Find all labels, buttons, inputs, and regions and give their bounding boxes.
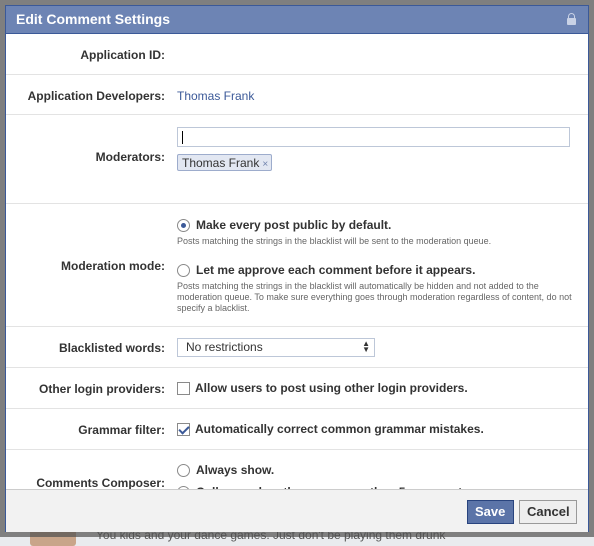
blacklist-row: Blacklisted words: No restrictions ▲ ▼ bbox=[6, 327, 588, 368]
application-id-row: Application ID: bbox=[6, 34, 588, 75]
moderation-public-label[interactable]: Make every post public by default. bbox=[196, 218, 391, 232]
edit-comment-settings-dialog: Edit Comment Settings Application ID: Ap… bbox=[5, 5, 589, 532]
application-id-label: Application ID: bbox=[80, 48, 165, 62]
remove-token-icon[interactable]: × bbox=[262, 159, 268, 170]
grammar-filter-checkbox[interactable] bbox=[177, 423, 190, 436]
moderator-token: Thomas Frank × bbox=[177, 154, 273, 171]
lock-icon bbox=[567, 13, 576, 25]
moderation-mode-row: Moderation mode: Make every post public … bbox=[6, 204, 588, 327]
login-providers-option[interactable]: Allow users to post using other login pr… bbox=[195, 381, 468, 395]
composer-label: Comments Composer: bbox=[36, 476, 165, 490]
moderation-approve-hint: Posts matching the strings in the blackl… bbox=[177, 281, 572, 313]
login-providers-label: Other login providers: bbox=[38, 382, 165, 396]
moderation-mode-label: Moderation mode: bbox=[61, 259, 165, 273]
moderators-label: Moderators: bbox=[95, 150, 165, 164]
dialog-title: Edit Comment Settings bbox=[16, 11, 171, 27]
moderation-public-hint: Posts matching the strings in the blackl… bbox=[177, 236, 492, 246]
dialog-overlay: Edit Comment Settings Application ID: Ap… bbox=[0, 0, 594, 537]
dialog-footer: Save Cancel bbox=[6, 489, 588, 532]
grammar-filter-option[interactable]: Automatically correct common grammar mis… bbox=[195, 422, 484, 436]
composer-always-label[interactable]: Always show. bbox=[196, 463, 274, 477]
blacklist-select[interactable]: No restrictions ▲ ▼ bbox=[177, 338, 375, 357]
developers-row: Application Developers: Thomas Frank bbox=[6, 75, 588, 115]
checkmark-icon bbox=[178, 423, 190, 435]
composer-always-radio[interactable] bbox=[177, 464, 190, 477]
blacklist-label: Blacklisted words: bbox=[58, 341, 165, 355]
grammar-filter-row: Grammar filter: Automatically correct co… bbox=[6, 409, 588, 450]
select-arrows-icon: ▲ ▼ bbox=[362, 339, 370, 354]
grammar-filter-label: Grammar filter: bbox=[78, 423, 165, 437]
dialog-titlebar: Edit Comment Settings bbox=[6, 6, 588, 34]
text-caret bbox=[182, 131, 183, 144]
developer-link[interactable]: Thomas Frank bbox=[177, 89, 254, 103]
login-providers-row: Other login providers: Allow users to po… bbox=[6, 368, 588, 409]
moderator-token-label: Thomas Frank bbox=[182, 156, 260, 170]
save-button[interactable]: Save bbox=[467, 500, 514, 524]
moderation-approve-label[interactable]: Let me approve each comment before it ap… bbox=[196, 263, 475, 277]
moderators-input[interactable] bbox=[177, 127, 570, 147]
cancel-button[interactable]: Cancel bbox=[519, 500, 577, 524]
moderation-approve-radio[interactable] bbox=[177, 264, 190, 277]
login-providers-checkbox[interactable] bbox=[177, 382, 190, 395]
dialog-content: Application ID: Application Developers: … bbox=[6, 34, 588, 499]
developers-label: Application Developers: bbox=[27, 89, 165, 103]
moderators-row: Moderators: Thomas Frank × bbox=[6, 115, 588, 204]
blacklist-select-value: No restrictions bbox=[186, 340, 263, 354]
moderation-public-radio[interactable] bbox=[177, 219, 190, 232]
